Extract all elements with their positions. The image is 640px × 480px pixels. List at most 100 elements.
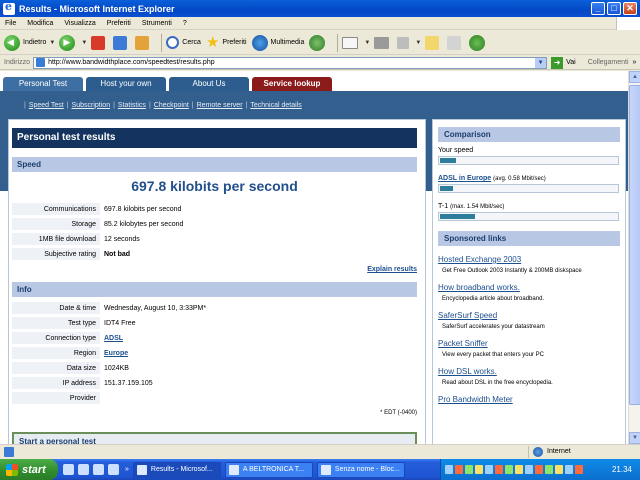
ad-link[interactable]: Packet Sniffer [438, 339, 625, 348]
start-button[interactable]: start [0, 459, 58, 480]
go-label: Vai [566, 59, 576, 66]
tab-host-your-own[interactable]: Host your own [86, 77, 166, 91]
toolbar-separator [161, 33, 163, 52]
research-button[interactable] [447, 35, 464, 50]
tab-service-lookup[interactable]: Service lookup [252, 77, 332, 91]
tray-app-icon[interactable] [495, 465, 503, 474]
tray-app-icon[interactable] [475, 465, 483, 474]
scroll-up-icon[interactable]: ▲ [629, 71, 640, 83]
minimize-button[interactable]: _ [591, 2, 605, 15]
scroll-thumb[interactable] [629, 85, 640, 405]
go-button[interactable]: ➜ Vai [551, 56, 576, 69]
maximize-button[interactable]: □ [607, 2, 621, 15]
table-row: Subjective rating Not bad [12, 247, 417, 262]
media-button[interactable]: Multimedia [251, 34, 304, 51]
tray-app-icon[interactable] [525, 465, 533, 474]
links-label[interactable]: Collegamenti [588, 59, 629, 66]
tray-app-icon[interactable] [515, 465, 523, 474]
table-row: IP address 151.37.159.105 [12, 376, 417, 391]
forward-button[interactable] [59, 34, 78, 51]
tray-app-icon[interactable] [445, 465, 453, 474]
subnav-checkpoint[interactable]: Checkpoint [154, 102, 189, 109]
address-dropdown-icon[interactable]: ▼ [535, 57, 547, 68]
forward-dropdown-icon[interactable]: ▼ [81, 40, 87, 46]
menu-tools[interactable]: Strumenti [137, 20, 178, 27]
ad-link[interactable]: Hosted Exchange 2003 [438, 255, 625, 264]
outlook-icon[interactable] [93, 464, 104, 475]
refresh-button[interactable] [113, 35, 130, 50]
tray-app-icon[interactable] [505, 465, 513, 474]
close-button[interactable]: ✕ [623, 2, 637, 15]
clock[interactable]: 21.34 [612, 465, 632, 474]
tray-app-icon[interactable] [455, 465, 463, 474]
tray-app-icon[interactable] [465, 465, 473, 474]
info-section-header: Info [12, 282, 417, 297]
back-arrow-icon [4, 34, 20, 51]
ad-link[interactable]: SaferSurf Speed [438, 311, 625, 320]
row-key: Provider [12, 392, 100, 405]
back-button[interactable]: Indietro [4, 34, 46, 51]
address-input[interactable]: http://www.bandwidthplace.com/speedtest/… [33, 56, 548, 69]
subnav-technical-details[interactable]: Technical details [250, 102, 301, 109]
ad-link[interactable]: How DSL works. [438, 367, 625, 376]
mail-icon [342, 36, 359, 49]
note-icon [425, 35, 440, 50]
region-link[interactable]: Europe [100, 350, 128, 357]
ad-link[interactable]: Pro Bandwidth Meter [438, 395, 625, 404]
home-button[interactable] [135, 35, 152, 50]
subnav-speed-test[interactable]: Speed Test [29, 102, 64, 109]
menu-file[interactable]: File [0, 20, 22, 27]
print-button[interactable] [374, 36, 392, 49]
start-label: start [22, 463, 46, 476]
task-beltronica[interactable]: A BELTRONICA T... [224, 461, 313, 478]
start-test-box[interactable]: Start a personal test [12, 432, 417, 444]
connection-type-link[interactable]: ADSL [100, 335, 123, 342]
subnav-separator: | [148, 101, 151, 109]
menu-favorites[interactable]: Preferiti [102, 20, 137, 27]
row-value: Wednesday, August 10, 3:33PM* [104, 305, 207, 312]
links-chevron-icon[interactable]: » [633, 59, 637, 66]
desktop-icon[interactable] [63, 464, 74, 475]
tab-personal-test[interactable]: Personal Test [3, 77, 83, 91]
tray-app-icon[interactable] [575, 465, 583, 474]
tab-about-us[interactable]: About Us [169, 77, 249, 91]
subnav-separator: | [113, 101, 115, 109]
ad-link[interactable]: How broadband works. [438, 283, 625, 292]
favorites-label: Preferiti [222, 39, 247, 46]
subnav-statistics[interactable]: Statistics [118, 102, 146, 109]
subnav-subscription[interactable]: Subscription [72, 102, 111, 109]
edit-button[interactable] [397, 36, 412, 49]
task-notepad[interactable]: Senza nome - Bloc... [316, 461, 405, 478]
tray-app-icon[interactable] [555, 465, 563, 474]
tray-app-icon[interactable] [485, 465, 493, 474]
stop-button[interactable] [91, 35, 108, 50]
tray-app-icon[interactable] [535, 465, 543, 474]
ad-description: Get Free Outlook 2003 Instantly & 200MB … [442, 268, 582, 274]
back-dropdown-icon[interactable]: ▼ [49, 40, 55, 46]
menu-help[interactable]: ? [178, 20, 193, 27]
zone-label: Internet [547, 448, 571, 455]
explain-results-link[interactable]: Explain results [9, 266, 417, 273]
adsl-europe-link[interactable]: ADSL in Europe [438, 175, 491, 182]
ie-quicklaunch-icon[interactable] [78, 464, 89, 475]
mail-dropdown-icon[interactable]: ▼ [364, 40, 370, 46]
messenger-button[interactable] [469, 34, 488, 51]
address-url[interactable]: http://www.bandwidthplace.com/speedtest/… [48, 59, 535, 66]
media-player-icon[interactable] [108, 464, 119, 475]
history-button[interactable] [309, 34, 328, 51]
discuss-button[interactable] [425, 35, 442, 50]
task-results[interactable]: Results - Microsof... [132, 461, 221, 478]
menu-edit[interactable]: Modifica [22, 20, 59, 27]
edit-dropdown-icon[interactable]: ▼ [415, 40, 421, 46]
tray-app-icon[interactable] [545, 465, 553, 474]
scroll-down-icon[interactable]: ▼ [629, 432, 640, 444]
quicklaunch-chevron-icon[interactable]: » [125, 466, 129, 473]
vertical-scrollbar[interactable]: ▲ ▼ [628, 71, 640, 444]
menu-view[interactable]: Visualizza [59, 20, 101, 27]
subnav-remote-server[interactable]: Remote server [197, 102, 243, 109]
favorites-button[interactable]: ★ Preferiti [206, 34, 247, 51]
tray-app-icon[interactable] [565, 465, 573, 474]
mail-button[interactable] [342, 36, 361, 49]
search-button[interactable]: Cerca [166, 36, 201, 49]
sponsored-header: Sponsored links [438, 231, 620, 246]
